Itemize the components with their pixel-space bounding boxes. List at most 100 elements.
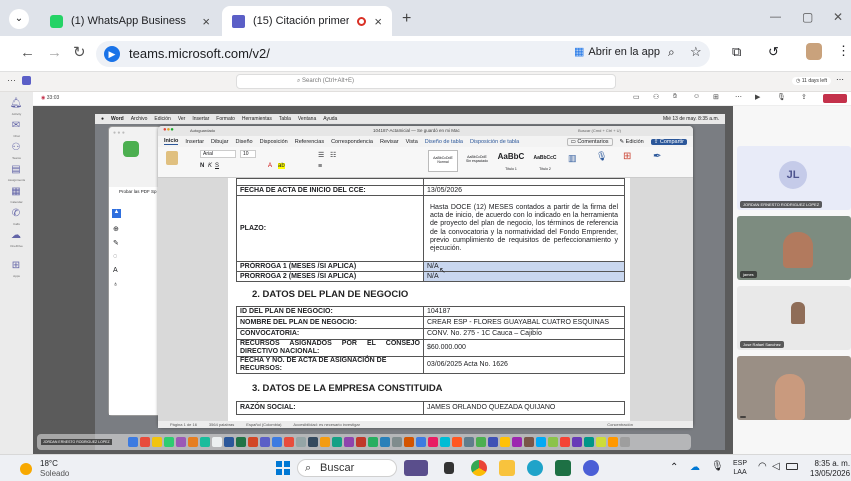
tab-insertar[interactable]: Insertar (185, 139, 204, 145)
row-value[interactable]: 13/05/2026 (424, 186, 625, 195)
dock-app-icon[interactable] (199, 437, 210, 447)
dock-app-icon[interactable] (475, 437, 486, 447)
more-menu-icon[interactable]: ⋮ (837, 43, 850, 59)
tab-diseno-tabla[interactable]: Diseño de tabla (425, 139, 463, 145)
dock-app-icon[interactable] (175, 437, 186, 447)
status-accessibility[interactable]: Accesibilidad: es necesario investigar (293, 422, 359, 427)
row-value[interactable]: CREAR ESP - FLORES GUAYABAL CUATRO ESQUI… (424, 317, 625, 328)
react-button[interactable]: ☺ (693, 93, 700, 100)
chat-button[interactable]: ▭ (633, 93, 640, 101)
dock-app-icon[interactable] (607, 437, 618, 447)
tab-disposicion[interactable]: Disposición (260, 139, 288, 145)
url-text[interactable]: teams.microsoft.com/v2/ (129, 46, 270, 61)
font-name-select[interactable]: Arial (200, 150, 236, 158)
participant-tile[interactable]: james (737, 216, 851, 280)
tab-correspondencia[interactable]: Correspondencia (331, 139, 373, 145)
reload-icon[interactable]: ↻ (73, 43, 86, 61)
teams-icon[interactable]: ⚇ (9, 142, 23, 156)
file-explorer-icon[interactable] (499, 460, 515, 476)
style-no-spacing[interactable]: AaBbCcDdE Sin espaciado (462, 150, 492, 172)
row-value[interactable]: N/A (424, 262, 625, 271)
more-button[interactable]: ⋯ (735, 93, 742, 101)
open-in-app-button[interactable]: ▦ Abrir en la app (574, 45, 660, 59)
row-value[interactable]: CONV. No. 275 - 1C Cauca – Cajibío (424, 329, 625, 339)
dock-app-icon[interactable] (223, 437, 234, 447)
tab-revisar[interactable]: Revisar (380, 139, 399, 145)
maximize-button[interactable]: ▢ (802, 10, 813, 24)
shapes-tool-icon[interactable]: ♁ (113, 281, 118, 288)
tab-diseno[interactable]: Diseño (235, 139, 252, 145)
dock-app-icon[interactable] (343, 437, 354, 447)
dock-app-icon[interactable] (211, 437, 222, 447)
excel-icon[interactable] (555, 460, 571, 476)
dock-app-icon[interactable] (295, 437, 306, 447)
paste-icon[interactable] (166, 151, 178, 165)
profile-avatar[interactable] (806, 43, 822, 60)
teams-search-input[interactable]: ⌕ Search (Ctrl+Alt+E) (236, 74, 616, 89)
app-grid-icon[interactable]: ⋯ (7, 75, 16, 86)
dock-app-icon[interactable] (331, 437, 342, 447)
leave-button[interactable] (823, 94, 847, 103)
dock-app-icon[interactable] (319, 437, 330, 447)
pen-tool-icon[interactable]: ✎ (113, 239, 119, 247)
task-view-icon[interactable] (444, 462, 454, 474)
dock-app-icon[interactable] (247, 437, 258, 447)
dock-app-icon[interactable] (187, 437, 198, 447)
tab-vista[interactable]: Vista (406, 139, 418, 145)
onedrive-icon[interactable]: ☁ (690, 462, 700, 473)
bookmark-star-icon[interactable]: ☆ (690, 44, 702, 60)
dock-app-icon[interactable] (583, 437, 594, 447)
tab-disposicion-tabla[interactable]: Disposición de tabla (470, 139, 519, 145)
tab-inicio[interactable]: Inicio (164, 138, 179, 145)
app-icon[interactable] (583, 460, 599, 476)
dock-app-icon[interactable] (283, 437, 294, 447)
dock-app-icon[interactable] (439, 437, 450, 447)
addins-icon[interactable]: ⊞ (623, 151, 631, 162)
dock-app-icon[interactable] (571, 437, 582, 447)
dock-app-icon[interactable] (499, 437, 510, 447)
volume-icon[interactable]: ◁ (772, 461, 780, 472)
wifi-icon[interactable]: ◠ (758, 461, 767, 472)
dock-app-icon[interactable] (403, 437, 414, 447)
close-icon[interactable]: × (374, 14, 382, 29)
clock[interactable]: 8:35 a. m. 13/05/2026 (810, 459, 850, 479)
status-words[interactable]: 3564 palabras (209, 422, 234, 427)
font-size-select[interactable]: 10 (240, 150, 256, 158)
activity-icon[interactable]: 🔔︎ (9, 98, 23, 112)
dock-app-icon[interactable] (259, 437, 270, 447)
chat-icon[interactable]: ✉ (9, 120, 23, 134)
tab-teams-meeting[interactable]: (15) Citación primera visita virtu × (222, 6, 392, 36)
dictate-icon[interactable]: 🎙︎ (596, 151, 607, 162)
assignments-icon[interactable]: ▤ (9, 164, 23, 178)
dock-app-icon[interactable] (355, 437, 366, 447)
styles-pane-icon[interactable]: ▥ (568, 153, 577, 164)
dock-app-icon[interactable] (367, 437, 378, 447)
participant-tile[interactable] (737, 356, 851, 420)
dock-app-icon[interactable] (379, 437, 390, 447)
dock-app-icon[interactable] (547, 437, 558, 447)
tab-whatsapp[interactable]: (1) WhatsApp Business × (40, 6, 220, 36)
apps-icon[interactable]: ⊞ (9, 260, 23, 274)
dock-app-icon[interactable] (559, 437, 570, 447)
lasso-tool-icon[interactable]: ◌ (113, 253, 117, 260)
row-value[interactable]: 104187 (424, 307, 625, 316)
calendar-icon[interactable]: ▦ (9, 186, 23, 200)
taskbar-search[interactable]: ⌕ Buscar (297, 459, 397, 477)
dock-app-icon[interactable] (463, 437, 474, 447)
text-tool-icon[interactable]: A (113, 267, 118, 274)
word-search-input[interactable]: Buscar (Cmd + Ctrl + U) (578, 128, 621, 133)
raise-hand-button[interactable]: ✋︎ (673, 93, 677, 101)
italic-button[interactable]: K (208, 163, 212, 169)
tab-search-button[interactable]: ⌄ (9, 9, 29, 29)
new-tab-button[interactable]: + (402, 10, 411, 28)
language-indicator[interactable]: ESP LAA (733, 459, 747, 477)
edge-icon[interactable] (527, 460, 543, 476)
participant-tile[interactable]: Jose Rafael Sanchez (737, 286, 851, 350)
weather-sun-icon[interactable] (20, 463, 32, 475)
style-heading2[interactable]: AaBbCcC Título 2 (530, 150, 560, 172)
history-icon[interactable]: ↺ (768, 44, 779, 60)
comments-button[interactable]: ▭ Comentarios (566, 137, 613, 146)
font-color-icon[interactable]: A (268, 163, 272, 169)
dock-app-icon[interactable] (427, 437, 438, 447)
dock-app-icon[interactable] (307, 437, 318, 447)
